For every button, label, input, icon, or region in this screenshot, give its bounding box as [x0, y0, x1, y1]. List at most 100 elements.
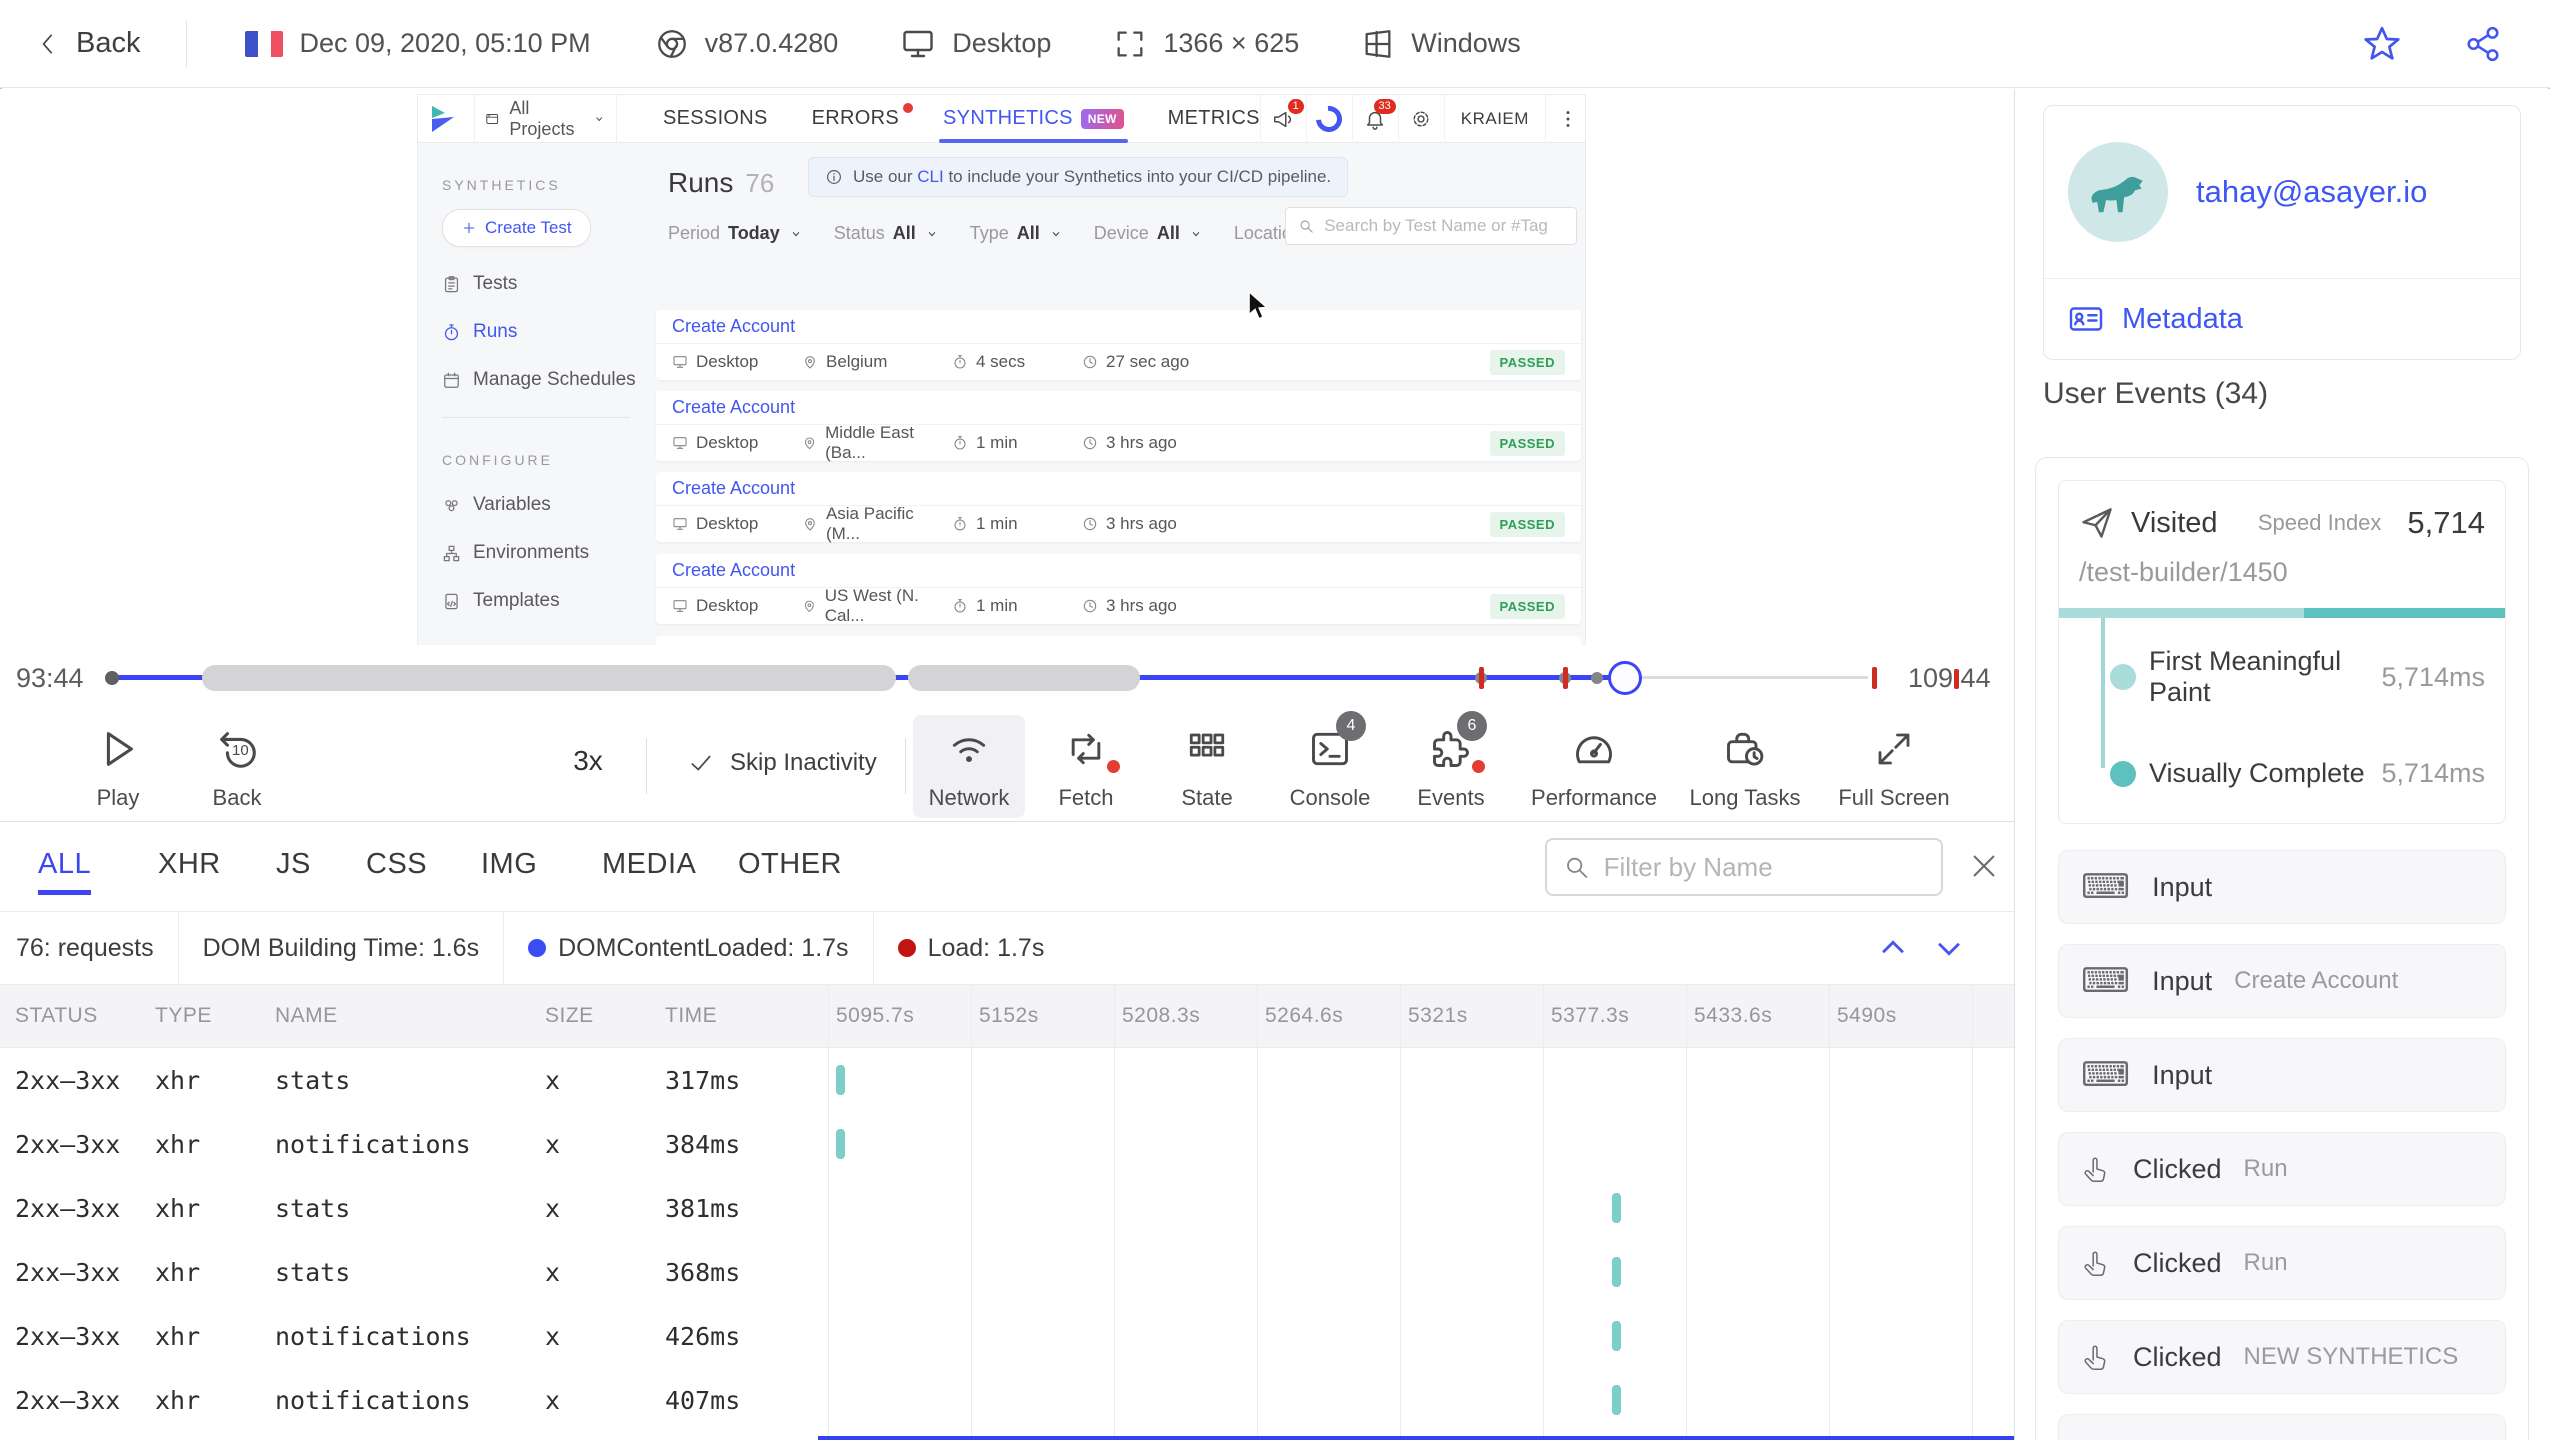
player-timeline: 93:44 109:44	[0, 645, 2014, 711]
request-row[interactable]: 2xx–3xx xhr notifications x 426ms	[0, 1304, 2014, 1368]
run-card[interactable]: Create Account Desktop US West (N. Cal..…	[656, 554, 1581, 625]
filter-input[interactable]	[1603, 851, 1925, 883]
panel-button-console[interactable]: 4 Console	[1265, 711, 1395, 811]
panel-button-long-tasks[interactable]: Long Tasks	[1680, 723, 1810, 811]
run-name-link[interactable]: Create Account	[656, 391, 1581, 425]
announce-badge: 1	[1287, 98, 1304, 114]
speed-toggle[interactable]: 3x	[548, 745, 628, 777]
tab-media[interactable]: MEDIA	[602, 848, 696, 881]
request-row[interactable]: 2xx–3xx xhr stats x 317ms	[0, 1048, 2014, 1112]
notifications-button[interactable]: 33	[1351, 95, 1398, 143]
favorite-star-icon[interactable]	[2362, 24, 2402, 64]
tab-synthetics[interactable]: SYNTHETICS NEW	[939, 95, 1128, 143]
event-marker[interactable]	[1591, 672, 1603, 684]
project-selector[interactable]: All Projects	[474, 95, 618, 143]
error-marker[interactable]	[1479, 667, 1484, 689]
user-email-link[interactable]: tahay@asayer.io	[2196, 174, 2427, 210]
run-card[interactable]: Create Account Desktop Belgium 4 secs 27…	[656, 310, 1581, 380]
request-row[interactable]: 2xx–3xx xhr notifications x 407ms	[0, 1368, 2014, 1432]
cli-link[interactable]: CLI	[917, 167, 943, 186]
event-row-input[interactable]: ⌨ Input Create Account	[2058, 944, 2506, 1018]
run-name-link[interactable]: Create Account	[656, 472, 1581, 506]
run-name-link[interactable]: Create Account	[656, 310, 1581, 344]
close-icon[interactable]	[1968, 850, 2000, 882]
divider	[442, 417, 630, 418]
test-search-box[interactable]	[1285, 207, 1577, 245]
error-marker[interactable]	[1872, 667, 1877, 689]
run-name-link[interactable]: Create Account	[656, 636, 1581, 645]
panel-button-performance[interactable]: Performance	[1529, 723, 1659, 811]
speed-index-value: 5,714	[2407, 505, 2485, 540]
filter-type[interactable]: Type All	[970, 223, 1064, 244]
next-request-button[interactable]	[1932, 931, 1966, 965]
sidebar-item-variables[interactable]: Variables	[442, 494, 648, 516]
request-row[interactable]: 2xx–3xx xhr stats x 381ms	[0, 1176, 2014, 1240]
time-tick: 5433.6s	[1694, 1004, 1773, 1027]
tab-errors[interactable]: ERRORS	[812, 95, 914, 143]
time-tick: 5490s	[1837, 1004, 1897, 1027]
filter-box[interactable]	[1545, 838, 1943, 896]
sidebar-item-runs[interactable]: Runs	[442, 321, 648, 343]
metadata-button[interactable]: Metadata	[2044, 279, 2520, 359]
visited-event-card[interactable]: Visited Speed Index 5,714 /test-builder/…	[2058, 480, 2506, 824]
skip-inactivity-toggle[interactable]: Skip Inactivity	[688, 749, 877, 777]
back-button[interactable]: Back	[36, 27, 140, 60]
filter-period[interactable]: Period Today	[668, 223, 804, 244]
col-size: SIZE	[545, 1004, 594, 1027]
run-card[interactable]: Create Account Desktop Asia Pacific (M..…	[656, 472, 1581, 543]
divider	[186, 20, 188, 67]
timeline-scrubber[interactable]	[1608, 661, 1642, 695]
event-row-clicked[interactable]: Clicked Run	[2058, 1226, 2506, 1300]
back-10-button[interactable]: 10 Back	[172, 723, 302, 811]
filter-device[interactable]: Device All	[1094, 223, 1204, 244]
user-menu[interactable]: KRAIEM	[1443, 95, 1545, 143]
panel-button-network[interactable]: Network	[904, 723, 1034, 811]
current-time: 93:44	[16, 663, 84, 693]
event-row-input[interactable]: ⌨ Input	[2058, 850, 2506, 924]
run-card[interactable]: Create Account Desktop Canada (Central) …	[656, 636, 1581, 645]
settings-button[interactable]	[1397, 95, 1444, 143]
more-menu[interactable]	[1544, 95, 1585, 143]
filter-status[interactable]: Status All	[834, 223, 940, 244]
tab-other[interactable]: OTHER	[738, 848, 842, 881]
sidebar-item-manage-schedules[interactable]: Manage Schedules	[442, 369, 648, 391]
tab-metrics[interactable]: METRICS	[1168, 95, 1260, 143]
event-row-clicked[interactable]: Clicked NEW SYNTHETICS	[2058, 1320, 2506, 1394]
panel-button-full-screen[interactable]: Full Screen	[1829, 723, 1959, 811]
share-icon[interactable]	[2464, 25, 2502, 63]
user-events-sidebar: tahay@asayer.io Metadata User Events (34…	[2014, 89, 2550, 1440]
sidebar-item-environments[interactable]: Environments	[442, 542, 648, 564]
play-button[interactable]: Play	[53, 723, 183, 811]
panel-button-fetch[interactable]: Fetch	[1021, 723, 1151, 811]
tab-sessions[interactable]: SESSIONS	[663, 95, 768, 143]
keyboard-icon: ⌨	[2081, 867, 2131, 907]
panel-button-state[interactable]: State	[1142, 723, 1272, 811]
request-row[interactable]: 2xx–3xx xhr stats x 368ms	[0, 1240, 2014, 1304]
prev-request-button[interactable]	[1876, 931, 1910, 965]
create-test-button[interactable]: Create Test	[442, 209, 591, 247]
event-row-input[interactable]: ⌨ Input	[2058, 1038, 2506, 1112]
request-row[interactable]: 2xx–3xx xhr notifications x 384ms	[0, 1112, 2014, 1176]
test-search-input[interactable]	[1324, 216, 1564, 236]
run-card[interactable]: Create Account Desktop Middle East (Ba..…	[656, 391, 1581, 462]
session-date-text: Dec 09, 2020, 05:10 PM	[299, 28, 591, 58]
run-name-link[interactable]: Create Account	[656, 554, 1581, 588]
top-bar: Back Dec 09, 2020, 05:10 PM v87.0.4280 D…	[0, 0, 2550, 88]
event-row-clicked[interactable]: Clicked Run	[2058, 1132, 2506, 1206]
sidebar-item-templates[interactable]: Templates	[442, 590, 648, 612]
tab-css[interactable]: CSS	[366, 848, 427, 881]
wifi-icon	[947, 727, 991, 771]
clock-icon	[1082, 354, 1098, 370]
tab-img[interactable]: IMG	[481, 848, 537, 881]
panel-button-events[interactable]: 6 Events	[1386, 711, 1516, 811]
org-chart-icon	[442, 544, 461, 563]
tab-js[interactable]: JS	[276, 848, 311, 881]
new-badge: NEW	[1080, 108, 1124, 129]
sidebar-section-configure: CONFIGURE	[442, 452, 553, 468]
tab-xhr[interactable]: XHR	[158, 848, 221, 881]
sidebar-item-tests[interactable]: Tests	[442, 273, 648, 295]
tab-all[interactable]: ALL	[38, 848, 92, 895]
error-marker[interactable]	[1563, 667, 1568, 689]
announcements-button[interactable]: 1	[1259, 95, 1306, 143]
app-logo	[428, 104, 458, 134]
